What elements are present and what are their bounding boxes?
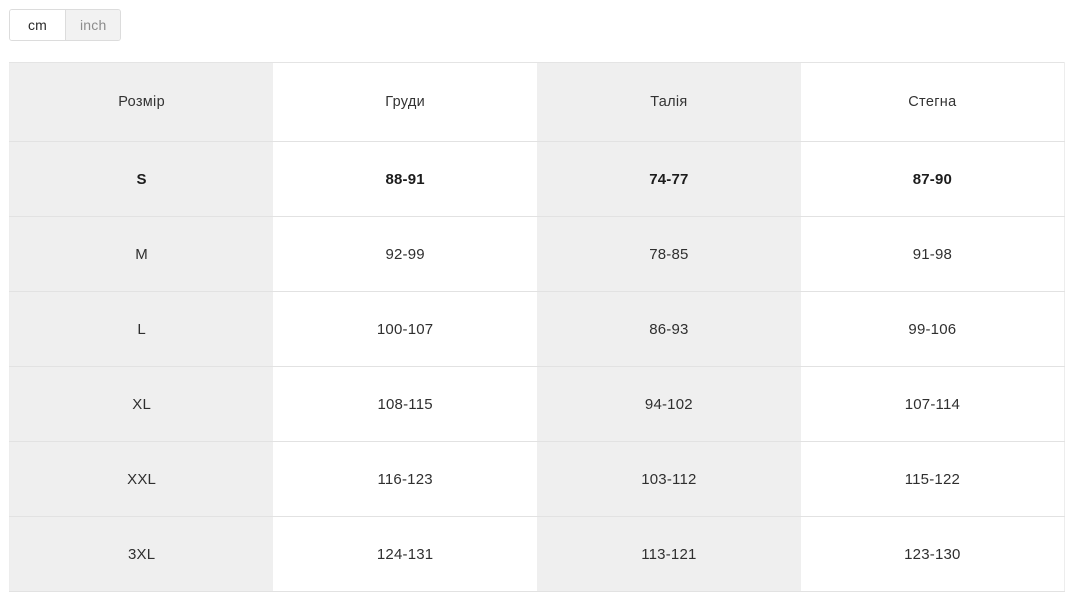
table-row: XXL 116-123 103-112 115-122 (9, 441, 1065, 517)
cell-hips: 99-106 (800, 291, 1065, 367)
cell-waist: 103-112 (537, 441, 801, 517)
cell-size: XXL (9, 441, 274, 517)
cell-size: L (9, 291, 274, 367)
column-header-3: Стегна (800, 62, 1065, 142)
cell-chest: 92-99 (273, 216, 537, 292)
cell-waist: 78-85 (537, 216, 801, 292)
cell-chest: 88-91 (273, 141, 537, 217)
cell-hips: 107-114 (800, 366, 1065, 442)
table-header-row: Розмір Груди Талія Стегна (9, 62, 1065, 142)
unit-toggle-group[interactable]: cm inch (9, 9, 122, 41)
cell-chest: 100-107 (273, 291, 537, 367)
cell-chest: 116-123 (273, 441, 537, 517)
cell-size: XL (9, 366, 274, 442)
column-header-0: Розмір (9, 62, 274, 142)
cell-hips: 91-98 (800, 216, 1065, 292)
size-chart-page: cm inch Розмір Груди Талія Стегна S 88-91 74-7… (0, 0, 1074, 599)
column-header-1: Груди (273, 62, 537, 142)
size-table-head: Розмір Груди Талія Стегна (9, 62, 1065, 142)
unit-toggle-inch[interactable]: inch (65, 10, 121, 40)
table-row: M 92-99 78-85 91-98 (9, 216, 1065, 292)
cell-waist: 74-77 (537, 141, 801, 217)
cell-chest: 124-131 (273, 516, 537, 592)
cell-size: M (9, 216, 274, 292)
cell-size: S (9, 141, 274, 217)
table-row: 3XL 124-131 113-121 123-130 (9, 516, 1065, 592)
table-row: XL 108-115 94-102 107-114 (9, 366, 1065, 442)
cell-chest: 108-115 (273, 366, 537, 442)
cell-hips: 123-130 (800, 516, 1065, 592)
cell-hips: 87-90 (800, 141, 1065, 217)
table-row: S 88-91 74-77 87-90 (9, 141, 1065, 217)
cell-hips: 115-122 (800, 441, 1065, 517)
table-row: L 100-107 86-93 99-106 (9, 291, 1065, 367)
column-header-2: Талія (537, 62, 801, 142)
cell-waist: 113-121 (537, 516, 801, 592)
unit-toggle-cm[interactable]: cm (10, 10, 65, 40)
cell-waist: 86-93 (537, 291, 801, 367)
size-table: Розмір Груди Талія Стегна S 88-91 74-77 87-90 M… (9, 62, 1065, 592)
size-table-body: S 88-91 74-77 87-90 M 92-99 78-85 91-98 L 100-107… (9, 141, 1065, 592)
cell-size: 3XL (9, 516, 274, 592)
size-table-container: Розмір Груди Талія Стегна S 88-91 74-77 87-90 M… (9, 62, 1065, 592)
cell-waist: 94-102 (537, 366, 801, 442)
